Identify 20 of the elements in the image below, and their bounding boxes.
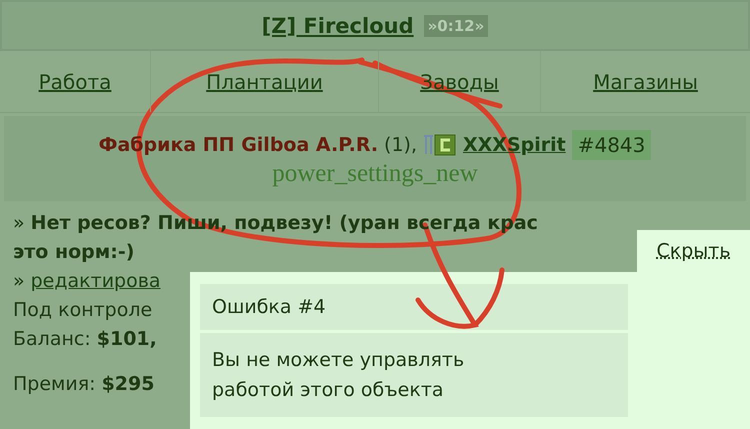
error-title: Ошибка #4 bbox=[200, 284, 628, 330]
factory-count: (1), bbox=[384, 134, 417, 156]
site-title[interactable]: [Z] Firecloud bbox=[262, 14, 414, 38]
edit-link[interactable]: редактирова bbox=[30, 270, 161, 292]
control-label: Под контроле bbox=[13, 298, 152, 323]
error-message: Вы не можете управлять работой этого объекта bbox=[212, 348, 466, 403]
timer-badge: »0:12» bbox=[424, 14, 488, 36]
bullet-mark: » bbox=[13, 270, 25, 292]
corporation-icon bbox=[423, 132, 457, 156]
bonus-value: $295 bbox=[102, 373, 154, 395]
balance-value: $101, bbox=[96, 328, 157, 350]
nav-link[interactable]: Плантации bbox=[150, 51, 378, 112]
nav-link[interactable]: Работа bbox=[0, 51, 150, 112]
power-icon-text: power_settings_new bbox=[272, 160, 478, 188]
notice-text: это норм:-) bbox=[13, 240, 134, 265]
factory-id: #4843 bbox=[572, 130, 652, 160]
bonus-label: Премия: bbox=[13, 373, 96, 395]
balance-label: Баланс: bbox=[13, 328, 91, 350]
hide-link[interactable]: Скрыть bbox=[656, 240, 731, 262]
nav-link[interactable]: Магазины bbox=[540, 51, 750, 112]
